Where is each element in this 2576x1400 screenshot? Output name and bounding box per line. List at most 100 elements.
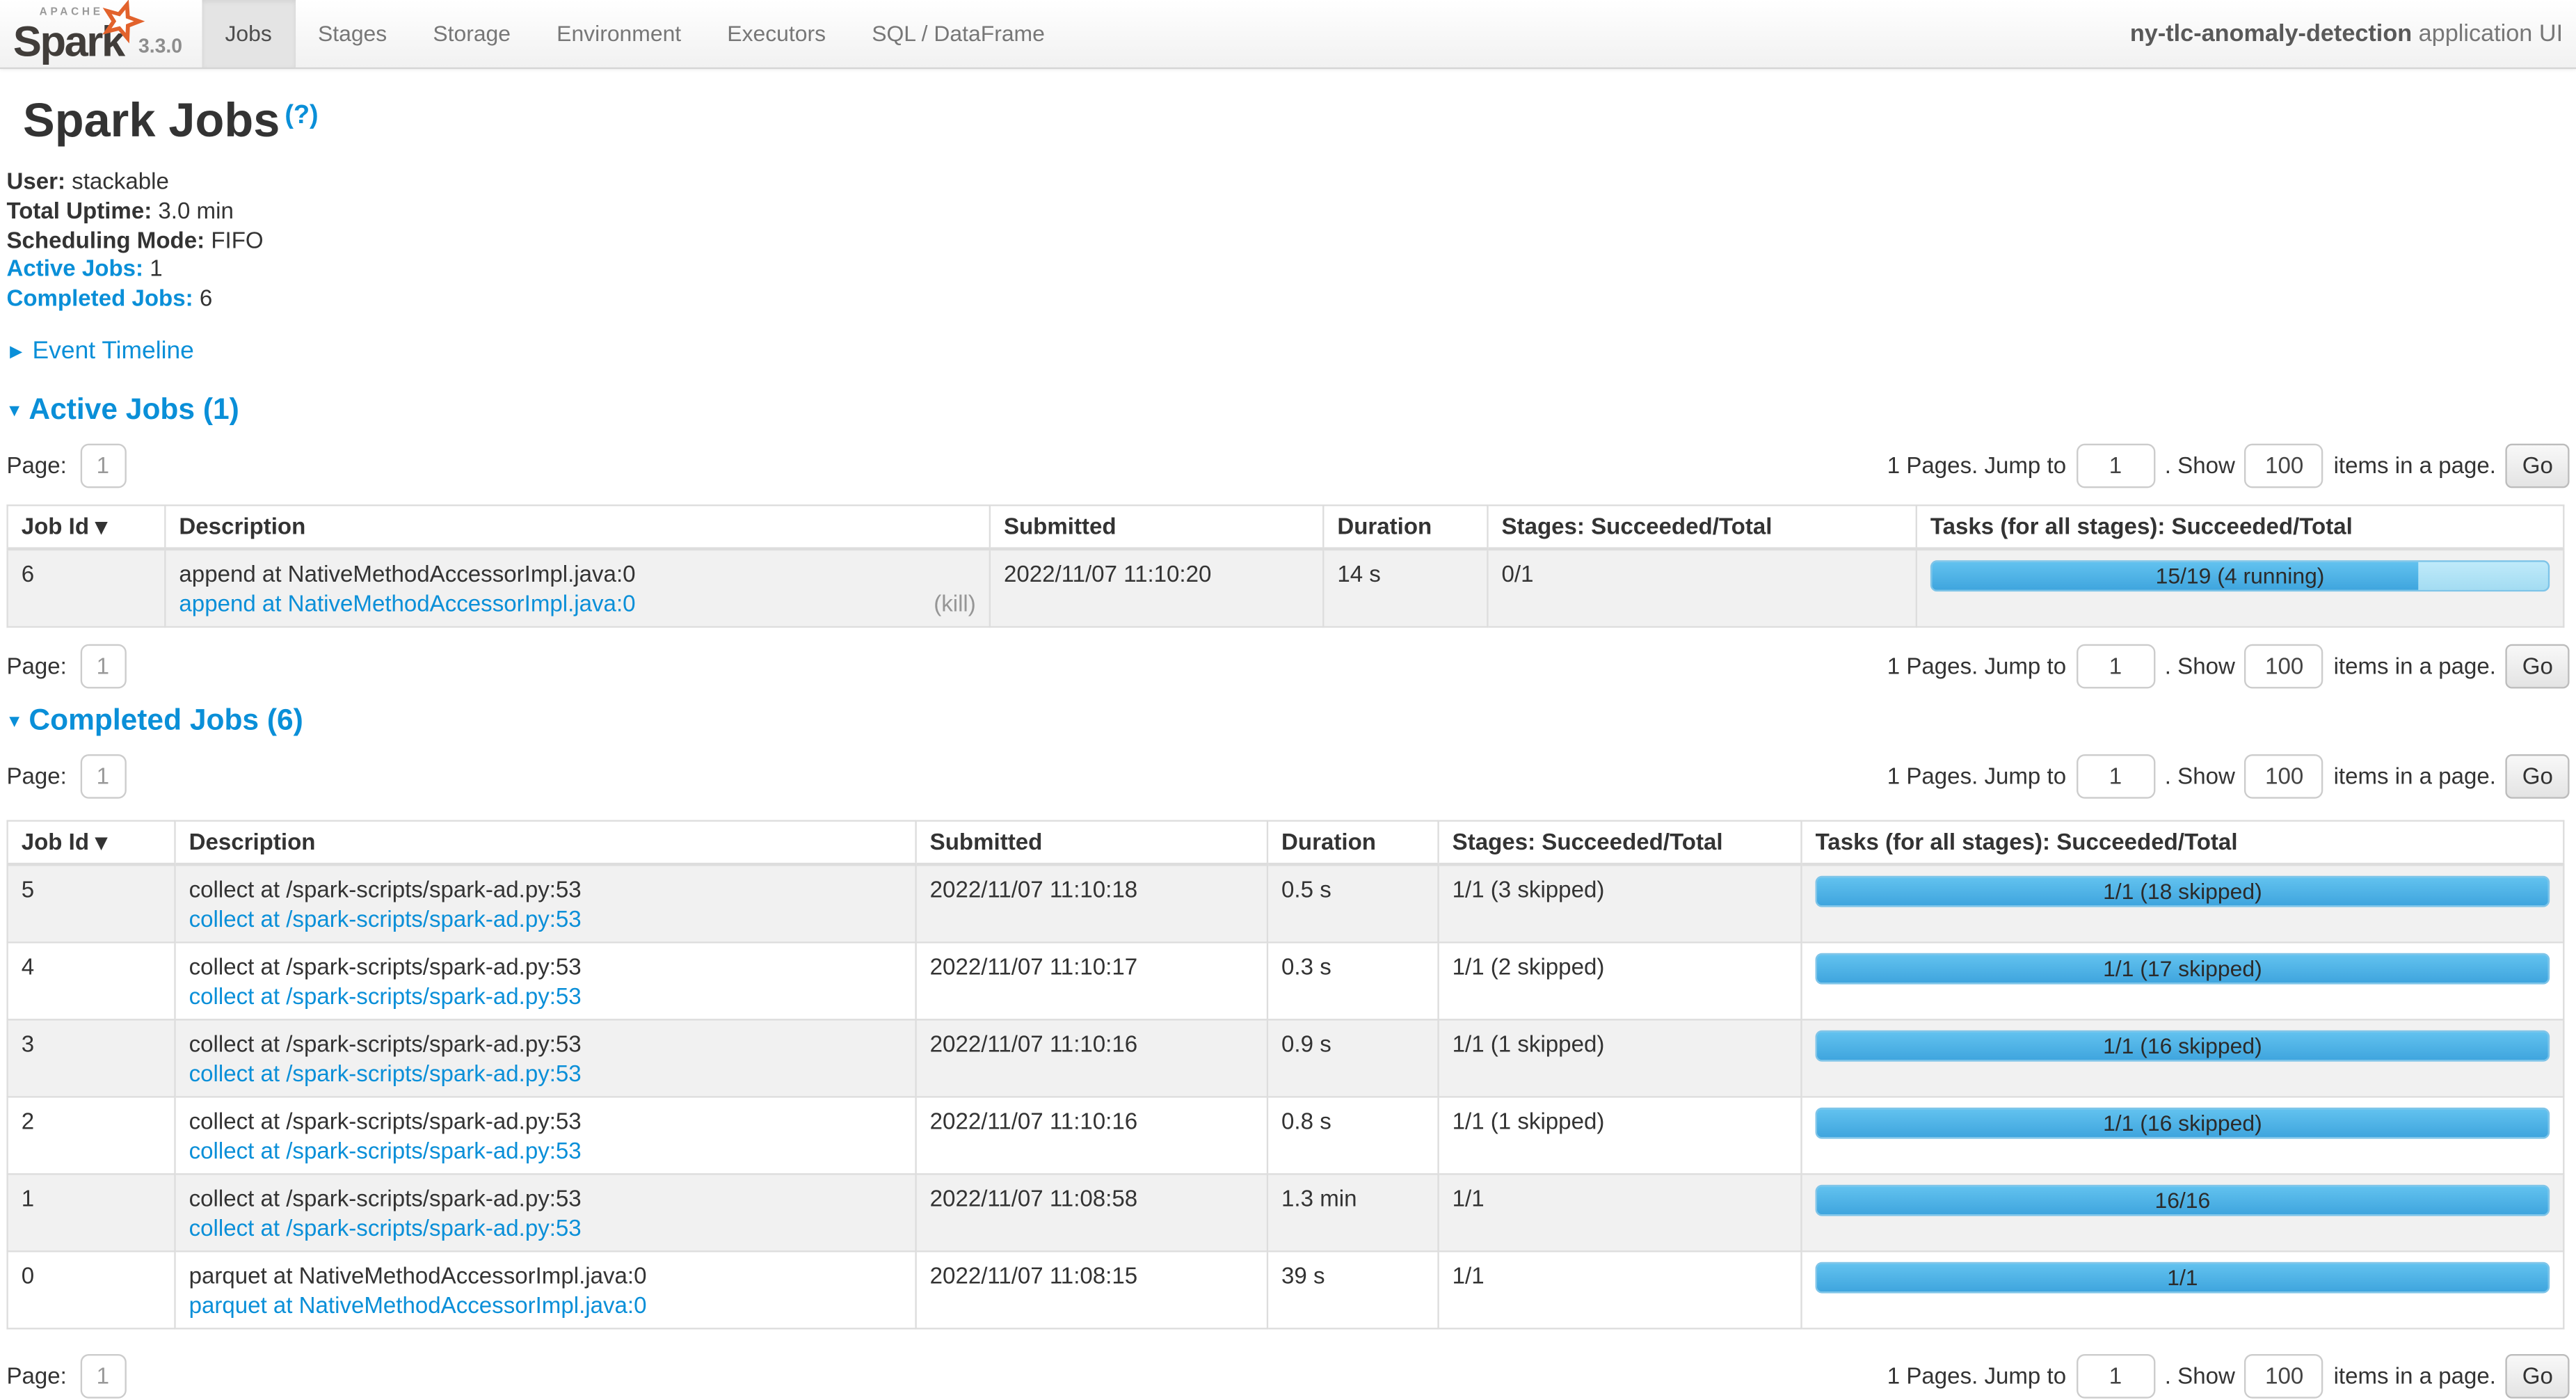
column-header[interactable]: Submitted (990, 505, 1323, 549)
duration-cell: 0.3 s (1267, 942, 1439, 1019)
job-id-cell: 5 (8, 864, 175, 942)
help-link[interactable]: (?) (285, 102, 318, 129)
show-text: . Show (2165, 1363, 2235, 1390)
kill-link[interactable]: (kill) (934, 588, 976, 618)
tab-storage[interactable]: Storage (410, 0, 534, 67)
page-number-input[interactable] (80, 444, 126, 488)
progress-label: 1/1 (17 skipped) (1817, 955, 2548, 983)
duration-cell: 0.9 s (1267, 1019, 1439, 1097)
duration-cell: 39 s (1267, 1251, 1439, 1328)
job-description-link[interactable]: collect at /spark-scripts/spark-ad.py:53 (189, 1213, 582, 1243)
tab-sql-dataframe[interactable]: SQL / DataFrame (849, 0, 1068, 67)
progress-label: 16/16 (1817, 1186, 2548, 1214)
summary-label: Total Uptime: (6, 197, 152, 223)
submitted-cell: 2022/11/07 11:08:58 (916, 1174, 1267, 1251)
job-id-cell: 0 (8, 1251, 175, 1328)
job-id-cell: 2 (8, 1097, 175, 1174)
job-description-text: collect at /spark-scripts/spark-ad.py:53 (189, 874, 902, 904)
jump-to-input[interactable] (2076, 444, 2154, 488)
table-row: 4collect at /spark-scripts/spark-ad.py:5… (8, 942, 2564, 1019)
items-per-page-input[interactable] (2245, 644, 2323, 689)
tab-environment[interactable]: Environment (534, 0, 704, 67)
go-button[interactable]: Go (2506, 444, 2569, 488)
collapsed-arrow-icon: ▶ (10, 344, 22, 362)
duration-cell: 1.3 min (1267, 1174, 1439, 1251)
column-header[interactable]: Submitted (916, 821, 1267, 865)
pager-row: Page: 1 Pages. Jump to . Show items in a… (6, 1353, 2569, 1400)
event-timeline-toggle[interactable]: ▶ Event Timeline (10, 337, 2569, 365)
go-button[interactable]: Go (2506, 754, 2569, 799)
job-description-cell: collect at /spark-scripts/spark-ad.py:53… (175, 864, 916, 942)
summary-label: User: (6, 168, 65, 194)
summary-label-link[interactable]: Active Jobs: (6, 255, 143, 282)
job-description-text: collect at /spark-scripts/spark-ad.py:53 (189, 1106, 902, 1136)
job-description-text: collect at /spark-scripts/spark-ad.py:53 (189, 1183, 902, 1213)
submitted-cell: 2022/11/07 11:10:16 (916, 1097, 1267, 1174)
job-description-link[interactable]: parquet at NativeMethodAccessorImpl.java… (189, 1290, 647, 1320)
page-number-input[interactable] (80, 754, 126, 799)
job-id-cell: 6 (8, 549, 166, 627)
items-text: items in a page. (2334, 453, 2496, 479)
items-per-page-input[interactable] (2245, 444, 2323, 488)
completed-jobs-header[interactable]: ▾Completed Jobs (6) (10, 703, 2569, 738)
job-id-cell: 1 (8, 1174, 175, 1251)
job-description-link[interactable]: collect at /spark-scripts/spark-ad.py:53 (189, 1136, 582, 1166)
submitted-cell: 2022/11/07 11:10:17 (916, 942, 1267, 1019)
tasks-cell: 15/19 (4 running) (1917, 549, 2563, 627)
submitted-cell: 2022/11/07 11:10:16 (916, 1019, 1267, 1097)
jump-to-input[interactable] (2076, 1354, 2154, 1399)
summary-label-link[interactable]: Completed Jobs: (6, 285, 193, 311)
job-description-link[interactable]: collect at /spark-scripts/spark-ad.py:53 (189, 1058, 582, 1088)
page-label: Page: (6, 453, 66, 479)
column-header[interactable]: Description (165, 505, 990, 549)
job-description-cell: append at NativeMethodAccessorImpl.java:… (165, 549, 990, 627)
tab-executors[interactable]: Executors (704, 0, 849, 67)
pages-jump-text: 1 Pages. Jump to (1887, 763, 2066, 790)
summary-item: Scheduling Mode: FIFO (6, 226, 2569, 255)
duration-cell: 0.8 s (1267, 1097, 1439, 1174)
jump-to-input[interactable] (2076, 754, 2154, 799)
column-header[interactable]: Duration (1267, 821, 1439, 865)
items-per-page-input[interactable] (2245, 1354, 2323, 1399)
show-text: . Show (2165, 453, 2235, 479)
tab-stages[interactable]: Stages (295, 0, 410, 67)
table-row: 5collect at /spark-scripts/spark-ad.py:5… (8, 864, 2564, 942)
stages-cell: 1/1 (1439, 1174, 1802, 1251)
page-number-input[interactable] (80, 1354, 126, 1399)
column-header[interactable]: Description (175, 821, 916, 865)
summary-item: User: stackable (6, 168, 2569, 197)
jump-to-input[interactable] (2076, 644, 2154, 689)
summary-list: User: stackableTotal Uptime: 3.0 min Sche… (6, 168, 2569, 314)
tab-jobs[interactable]: Jobs (202, 0, 295, 67)
job-description-text: append at NativeMethodAccessorImpl.java:… (179, 559, 975, 589)
column-header[interactable]: Job Id ▾ (8, 505, 166, 549)
pages-jump-text: 1 Pages. Jump to (1887, 653, 2066, 680)
job-description-text: parquet at NativeMethodAccessorImpl.java… (189, 1260, 902, 1290)
column-header[interactable]: Stages: Succeeded/Total (1487, 505, 1916, 549)
job-description-cell: parquet at NativeMethodAccessorImpl.java… (175, 1251, 916, 1328)
page-label: Page: (6, 763, 66, 790)
active-jobs-header[interactable]: ▾Active Jobs (1) (10, 392, 2569, 427)
column-header[interactable]: Tasks (for all stages): Succeeded/Total (1801, 821, 2563, 865)
tasks-cell: 1/1 (1801, 1251, 2563, 1328)
job-description-link[interactable]: collect at /spark-scripts/spark-ad.py:53 (189, 904, 582, 934)
column-header[interactable]: Duration (1323, 505, 1487, 549)
completed-jobs-title: Completed Jobs (6) (29, 703, 303, 736)
column-header[interactable]: Stages: Succeeded/Total (1439, 821, 1802, 865)
application-title: ny-tlc-anomaly-detection application UI (2130, 0, 2576, 67)
column-header[interactable]: Tasks (for all stages): Succeeded/Total (1917, 505, 2563, 549)
spark-logo[interactable]: APACHE Spark 3.3.0 (0, 0, 202, 67)
job-description-link[interactable]: append at NativeMethodAccessorImpl.java:… (179, 588, 635, 618)
column-header[interactable]: Job Id ▾ (8, 821, 175, 865)
items-per-page-input[interactable] (2245, 754, 2323, 799)
nav-tabs: JobsStagesStorageEnvironmentExecutorsSQL… (202, 0, 1068, 67)
go-button[interactable]: Go (2506, 1354, 2569, 1399)
go-button[interactable]: Go (2506, 644, 2569, 689)
event-timeline-label: Event Timeline (33, 337, 194, 365)
page-number-input[interactable] (80, 644, 126, 689)
page-title: Spark Jobs(?) (23, 90, 2569, 148)
job-description-link[interactable]: collect at /spark-scripts/spark-ad.py:53 (189, 981, 582, 1011)
stages-cell: 1/1 (2 skipped) (1439, 942, 1802, 1019)
tasks-cell: 1/1 (16 skipped) (1801, 1019, 2563, 1097)
summary-value: 3.0 min (152, 197, 234, 223)
